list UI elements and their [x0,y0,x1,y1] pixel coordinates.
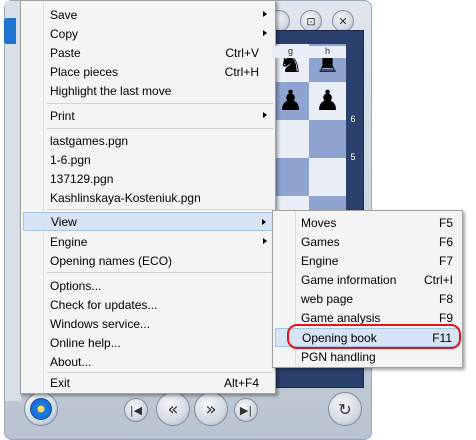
menu-separator [47,272,273,273]
submenu-item-moves[interactable]: Moves F5 [275,213,460,232]
view-submenu: Moves F5 Games F6 Engine F7 Game informa… [272,210,463,368]
shortcut-label: Ctrl+H [224,64,259,79]
menu-item-recent-file[interactable]: 1-6.pgn [23,150,273,169]
shortcut-label: F9 [438,310,453,325]
menu-item-check-updates[interactable]: Check for updates... [23,295,273,314]
last-icon: ▶| [239,403,253,417]
menu-item-place-pieces[interactable]: Place pieces Ctrl+H [23,62,273,81]
submenu-item-games[interactable]: Games F6 [275,232,460,251]
menu-item-windows-service[interactable]: Windows service... [23,314,273,333]
shortcut-label: F7 [438,253,453,268]
menu-item-recent-file[interactable]: 137129.pgn [23,169,273,188]
submenu-item-engine[interactable]: Engine F7 [275,251,460,270]
menu-item-recent-file[interactable]: lastgames.pgn [23,131,273,150]
refresh-button[interactable]: ↻ [328,392,362,426]
first-move-button[interactable]: |◀ [124,398,148,422]
first-icon: |◀ [129,403,143,417]
menu-item-opening-names[interactable]: Opening names (ECO) [23,251,273,270]
menu-item-online-help[interactable]: Online help... [23,333,273,352]
square-g7[interactable]: ♟ [272,82,309,120]
menu-item-exit[interactable]: Exit Alt+F4 [23,373,273,392]
black-pawn-icon[interactable]: ♟ [315,87,340,115]
submenu-item-game-analysis[interactable]: Game analysis F9 [275,308,460,327]
menu-item-copy[interactable]: Copy [23,24,273,43]
refresh-icon: ↻ [338,399,352,419]
black-pawn-icon[interactable]: ♟ [278,87,303,115]
last-move-button[interactable]: ▶| [234,398,258,422]
menu-separator [47,128,273,129]
shortcut-label: F11 [432,330,452,345]
square-h5[interactable] [309,158,346,196]
main-menu-button[interactable] [24,392,58,426]
file-label: h [309,46,346,58]
side-tab[interactable] [4,18,16,44]
menu-item-paste[interactable]: Paste Ctrl+V [23,43,273,62]
rank-label: 5 [350,152,356,162]
shortcut-label: Alt+F4 [223,375,259,390]
menu-item-engine[interactable]: Engine [23,232,273,251]
submenu-item-web-page[interactable]: web page F8 [275,289,460,308]
menu-item-options[interactable]: Options... [23,276,273,295]
previous-icon: « [167,398,179,420]
context-menu: Save Copy Paste Ctrl+V Place pieces Ctrl… [20,0,276,394]
previous-move-button[interactable]: « [156,392,190,426]
menu-separator [47,209,273,210]
square-h7[interactable]: ♟ [309,82,346,120]
menu-item-view[interactable]: View [23,212,273,231]
submenu-item-opening-book[interactable]: Opening book F11 [275,328,460,347]
shortcut-label: F8 [438,291,453,306]
menu-item-about[interactable]: About... [23,352,273,371]
menu-separator [47,103,273,104]
submenu-arrow-icon [263,11,267,17]
square-g5[interactable] [272,158,309,196]
window-restore-button[interactable]: ⊡ [300,10,322,32]
menu-item-highlight-last-move[interactable]: Highlight the last move [23,81,273,100]
board-file-labels: g h [272,46,346,58]
shortcut-label: Ctrl+I [423,272,453,287]
square-g6[interactable] [272,120,309,158]
close-icon: ✕ [338,14,348,28]
restore-icon: ⊡ [306,14,316,28]
submenu-item-pgn-handling[interactable]: PGN handling [275,347,460,366]
shortcut-label: F5 [438,215,453,230]
next-move-button[interactable]: » [194,392,228,426]
square-h6[interactable] [309,120,346,158]
flower-logo-icon [30,398,52,420]
submenu-item-game-information[interactable]: Game information Ctrl+I [275,270,460,289]
menu-item-recent-file[interactable]: Kashlinskaya-Kosteniuk.pgn [23,188,273,207]
rank-label: 6 [350,114,356,124]
file-label: g [272,46,309,58]
next-icon: » [205,398,217,420]
shortcut-label: Ctrl+V [225,45,259,60]
menu-item-print[interactable]: Print [23,106,273,125]
menu-item-save[interactable]: Save [23,5,273,24]
shortcut-label: F6 [438,234,453,249]
submenu-arrow-icon [262,219,266,225]
submenu-arrow-icon [263,238,267,244]
window-close-button[interactable]: ✕ [332,10,354,32]
submenu-arrow-icon [263,30,267,36]
submenu-arrow-icon [263,112,267,118]
window-left-border [5,1,21,401]
